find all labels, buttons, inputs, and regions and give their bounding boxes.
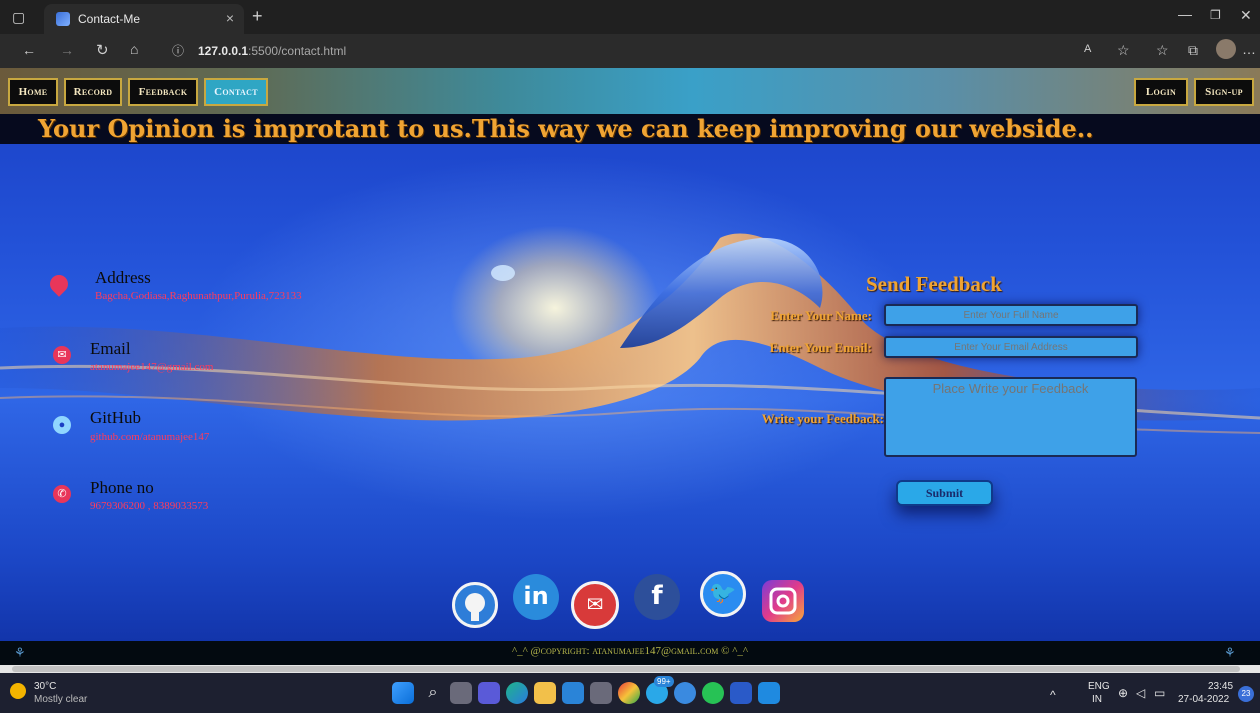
window-menu-icon[interactable]: ▢: [12, 9, 25, 26]
phone-title: Phone no: [90, 478, 154, 497]
vscode-icon[interactable]: [758, 682, 780, 704]
name-input[interactable]: [884, 304, 1138, 326]
collections-icon[interactable]: ⧉: [1188, 42, 1198, 59]
submit-button[interactable]: Submit: [896, 480, 993, 506]
browser-tab[interactable]: Contact-Me ×: [44, 4, 244, 34]
email-label: Enter Your Email:: [769, 340, 872, 355]
address-value: Bagcha,Godiasa,Raghunathpur,Purulia,7231…: [95, 290, 302, 302]
github-value[interactable]: github.com/atanumajee147: [90, 431, 209, 443]
tray-chevron-icon[interactable]: ^: [1050, 688, 1056, 702]
favorite-icon[interactable]: ☆: [1117, 42, 1130, 59]
file-explorer-icon[interactable]: [534, 682, 556, 704]
weather-icon: [10, 683, 26, 699]
network-icon[interactable]: ⊕: [1118, 686, 1128, 700]
nav-feedback-button[interactable]: Feedback: [128, 78, 198, 106]
horizontal-scrollbar[interactable]: [0, 665, 1260, 673]
clock-time[interactable]: 23:45: [1208, 681, 1233, 692]
chat-icon[interactable]: [478, 682, 500, 704]
favorites-list-icon[interactable]: ☆: [1156, 42, 1169, 59]
name-label: Enter Your Name:: [770, 308, 872, 323]
clock-date[interactable]: 27-04-2022: [1178, 694, 1229, 705]
feedback-form-title: Send Feedback: [866, 272, 1002, 296]
facebook-social-icon[interactable]: f: [634, 574, 680, 620]
page-viewport: Home Record Feedback Contact Login Sign-…: [0, 68, 1260, 673]
weather-temp[interactable]: 30°C: [34, 681, 56, 692]
nav-signup-button[interactable]: Sign-up: [1194, 78, 1254, 106]
twitter-social-icon[interactable]: 🐦: [700, 571, 746, 617]
phone-value: 9679306200 , 8389033573: [90, 500, 209, 512]
home-icon[interactable]: ⌂: [130, 41, 138, 57]
nav-login-button[interactable]: Login: [1134, 78, 1188, 106]
github-title: GitHub: [90, 408, 141, 427]
email-value[interactable]: atanumajee147@gmail.com: [90, 361, 213, 373]
edge-browser-icon[interactable]: [506, 682, 528, 704]
language-bottom[interactable]: IN: [1092, 694, 1102, 705]
refresh-icon[interactable]: ↻: [96, 41, 109, 59]
footer-copyright: ^_^ @copyright: atanumajee147@gmail.com …: [511, 645, 749, 657]
location-pin-icon: [46, 271, 72, 297]
github-icon: ●: [53, 416, 71, 434]
weather-desc[interactable]: Mostly clear: [34, 694, 87, 705]
close-window-icon[interactable]: ✕: [1240, 7, 1252, 24]
restore-icon[interactable]: ❐: [1210, 8, 1221, 22]
nav-record-button[interactable]: Record: [64, 78, 122, 106]
more-menu-icon[interactable]: …: [1242, 41, 1256, 57]
unknown-app-icon[interactable]: [674, 682, 696, 704]
search-icon[interactable]: ⌕: [422, 682, 444, 704]
nav-contact-button[interactable]: Contact: [204, 78, 268, 106]
tab-title: Contact-Me: [78, 12, 141, 26]
gmail-social-icon[interactable]: ✉: [571, 581, 619, 629]
notification-badge[interactable]: 23: [1238, 686, 1254, 702]
feedback-label: Write your Feedback:: [761, 411, 884, 426]
favicon-icon: [56, 12, 70, 26]
github-octocat-icon: [465, 593, 485, 621]
github-social-icon[interactable]: [452, 582, 498, 628]
browser-toolbar: ← → ↻ ⌂ ⓘ 127.0.0.1:5500/contact.html A …: [0, 34, 1260, 68]
mail-app-icon[interactable]: [562, 682, 584, 704]
mail-badge: 99+: [654, 676, 674, 687]
instagram-social-icon[interactable]: [762, 580, 804, 622]
notes-app-icon[interactable]: [590, 682, 612, 704]
instagram-camera-icon: [769, 587, 797, 615]
site-info-icon[interactable]: ⓘ: [172, 42, 184, 59]
whatsapp-icon[interactable]: [702, 682, 724, 704]
scrollbar-thumb[interactable]: [12, 666, 1240, 672]
volume-icon[interactable]: ◁: [1136, 686, 1145, 700]
start-icon[interactable]: [392, 682, 414, 704]
email-title: Email: [90, 339, 131, 358]
linkedin-social-icon[interactable]: in: [513, 574, 559, 620]
back-icon[interactable]: ←: [22, 42, 36, 58]
tab-close-icon[interactable]: ×: [226, 10, 234, 26]
chrome-icon[interactable]: [618, 682, 640, 704]
new-tab-icon[interactable]: +: [252, 6, 263, 27]
language-top[interactable]: ENG: [1088, 681, 1110, 692]
phone-icon: ✆: [53, 485, 71, 503]
url-text[interactable]: 127.0.0.1:5500/contact.html: [198, 44, 346, 58]
nav-home-button[interactable]: Home: [8, 78, 58, 106]
email-input[interactable]: [884, 336, 1138, 358]
word-icon[interactable]: [730, 682, 752, 704]
battery-icon[interactable]: ▭: [1154, 686, 1165, 700]
email-icon: ✉: [53, 346, 71, 364]
profile-avatar[interactable]: [1216, 39, 1236, 59]
feedback-textarea[interactable]: [884, 377, 1137, 457]
forward-icon[interactable]: →: [60, 42, 74, 58]
minimize-icon[interactable]: —: [1178, 6, 1192, 22]
address-title: Address: [95, 268, 151, 287]
page-headline: Your Opinion is improtant to us.This way…: [38, 114, 1094, 143]
task-view-icon[interactable]: [450, 682, 472, 704]
read-aloud-icon[interactable]: A: [1084, 43, 1091, 55]
browser-titlebar: ▢ Contact-Me × + — ❐ ✕: [0, 0, 1260, 34]
